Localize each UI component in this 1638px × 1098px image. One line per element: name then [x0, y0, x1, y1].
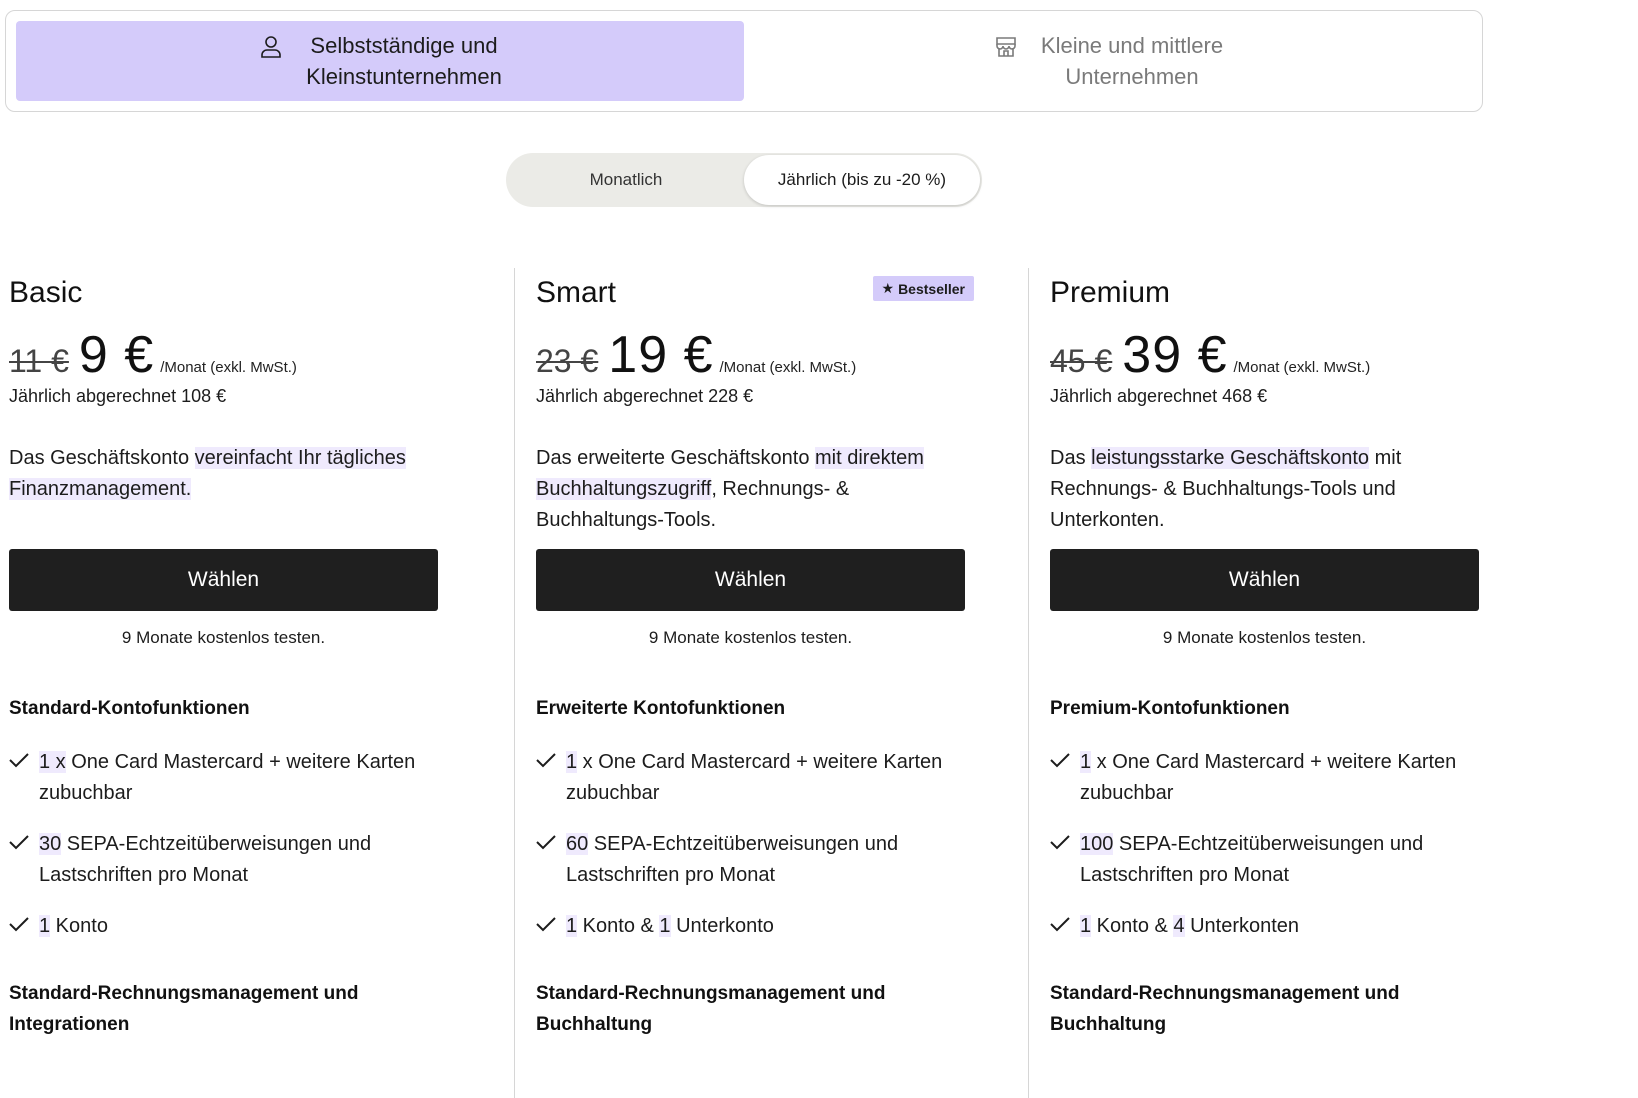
- feature-text: One Card Mastercard + weitere Karten zub…: [39, 751, 416, 804]
- customer-segment-switcher: Selbstständige und Kleinstunternehmen Kle…: [5, 10, 1483, 112]
- bestseller-badge: ★ Bestseller: [872, 276, 974, 301]
- plan-card-smart: Smart ★ Bestseller 23 € 19 € /Monat (exk…: [514, 268, 1028, 1098]
- features-title: Premium-Kontofunktionen: [1050, 698, 1290, 719]
- choose-smart-button[interactable]: Wählen: [536, 549, 965, 611]
- feature-item: 1 x One Card Mastercard + weitere Karten…: [536, 747, 1028, 809]
- desc-part: Das: [1050, 447, 1092, 469]
- price-period: /Monat (exkl. MwSt.): [719, 359, 857, 376]
- price-row: 45 € 39 € /Monat (exkl. MwSt.): [1050, 325, 1542, 384]
- segment-sme-label: Kleine und mittlere Unternehmen: [1040, 33, 1224, 89]
- feature-item: 1 x One Card Mastercard + weitere Karten…: [9, 747, 514, 809]
- price-row: 11 € 9 € /Monat (exkl. MwSt.): [9, 325, 514, 384]
- feature-item: 1 Konto & 4 Unterkonten: [1050, 911, 1542, 942]
- check-icon: [536, 747, 566, 809]
- feature-text: SEPA-Echtzeitüberweisungen und Lastschri…: [39, 833, 372, 886]
- price-row: 23 € 19 € /Monat (exkl. MwSt.): [536, 325, 1028, 384]
- features-title: Erweiterte Kontofunktionen: [536, 698, 786, 719]
- feature-count: 1: [1080, 915, 1092, 937]
- section-title-invoicing: Standard-Rechnungsmanagement und Buchhal…: [1050, 983, 1400, 1035]
- plan-description: Das leistungsstarke Geschäftskonto mit R…: [1050, 443, 1480, 549]
- user-icon: [258, 34, 284, 60]
- plan-name: Basic: [9, 276, 83, 309]
- plan-card-premium: Premium 45 € 39 € /Monat (exkl. MwSt.) J…: [1028, 268, 1542, 1098]
- feature-count: 1: [39, 915, 51, 937]
- feature-text: Konto &: [1091, 915, 1174, 937]
- check-icon: [536, 829, 566, 891]
- feature-count: 1: [566, 915, 578, 937]
- desc-highlight: leistungsstarke Geschäftskonto: [1091, 447, 1370, 469]
- section-title-invoicing: Standard-Rechnungsmanagement und Buchhal…: [536, 983, 886, 1035]
- choose-basic-button[interactable]: Wählen: [9, 549, 438, 611]
- plan-description: Das Geschäftskonto vereinfacht Ihr tägli…: [9, 443, 439, 549]
- feature-item: 1 x One Card Mastercard + weitere Karten…: [1050, 747, 1542, 809]
- feature-item: 30 SEPA-Echtzeitüberweisungen und Lastsc…: [9, 829, 514, 891]
- current-price: 19 €: [608, 326, 714, 384]
- check-icon: [9, 911, 39, 942]
- price-period: /Monat (exkl. MwSt.): [160, 359, 297, 376]
- feature-text: Konto &: [577, 915, 660, 937]
- billing-monthly-option[interactable]: Monatlich: [508, 155, 744, 205]
- segment-sme-tab[interactable]: Kleine und mittlere Unternehmen: [744, 21, 1472, 101]
- feature-item: 60 SEPA-Echtzeitüberweisungen und Lastsc…: [536, 829, 1028, 891]
- feature-list: 1 x One Card Mastercard + weitere Karten…: [9, 747, 514, 942]
- check-icon: [1050, 829, 1080, 891]
- choose-premium-button[interactable]: Wählen: [1050, 549, 1479, 611]
- plan-name: Premium: [1050, 276, 1171, 309]
- feature-item: 1 Konto & 1 Unterkonto: [536, 911, 1028, 942]
- feature-list: 1 x One Card Mastercard + weitere Karten…: [1050, 747, 1542, 942]
- feature-count: 60: [566, 833, 589, 855]
- feature-text: SEPA-Echtzeitüberweisungen und Lastschri…: [566, 833, 899, 886]
- feature-count: 100: [1080, 833, 1114, 855]
- feature-text: Unterkonto: [670, 915, 774, 937]
- trial-note: 9 Monate kostenlos testen.: [121, 628, 326, 647]
- feature-text: x One Card Mastercard + weitere Karten z…: [566, 751, 943, 804]
- feature-count: 1: [566, 751, 578, 773]
- features-title: Standard-Kontofunktionen: [9, 698, 250, 719]
- desc-part: Das Geschäftskonto: [9, 447, 195, 469]
- feature-count: 1: [659, 915, 671, 937]
- check-icon: [536, 911, 566, 942]
- badge-label: Bestseller: [898, 280, 965, 297]
- section-title-invoicing: Standard-Rechnungsmanagement und Integra…: [9, 983, 359, 1035]
- feature-text: Konto: [50, 915, 108, 937]
- check-icon: [1050, 911, 1080, 942]
- trial-note: 9 Monate kostenlos testen.: [1162, 628, 1367, 647]
- feature-count: 1: [1080, 751, 1092, 773]
- current-price: 39 €: [1122, 326, 1228, 384]
- segment-self-employed-tab[interactable]: Selbstständige und Kleinstunternehmen: [16, 21, 744, 101]
- desc-part: Das erweiterte Geschäftskonto: [536, 447, 816, 469]
- old-price: 45 €: [1050, 343, 1113, 379]
- price-period: /Monat (exkl. MwSt.): [1233, 359, 1371, 376]
- segment-self-employed-label: Selbstständige und Kleinstunternehmen: [306, 33, 502, 89]
- check-icon: [9, 747, 39, 809]
- star-icon: ★: [881, 280, 895, 296]
- feature-list: 1 x One Card Mastercard + weitere Karten…: [536, 747, 1028, 942]
- billing-period-toggle: Monatlich Jährlich (bis zu -20 %): [506, 153, 982, 207]
- feature-count: 30: [39, 833, 62, 855]
- feature-text: Unterkonten: [1184, 915, 1300, 937]
- check-icon: [9, 829, 39, 891]
- plan-card-basic: Basic 11 € 9 € /Monat (exkl. MwSt.) Jähr…: [0, 268, 514, 1098]
- old-price: 11 €: [9, 343, 69, 379]
- plan-description: Das erweiterte Geschäftskonto mit direkt…: [536, 443, 966, 549]
- billed-yearly-text: Jährlich abgerechnet 108 €: [9, 386, 227, 406]
- feature-count: 1 x: [39, 751, 66, 773]
- old-price: 23 €: [536, 343, 599, 379]
- plans-grid: Basic 11 € 9 € /Monat (exkl. MwSt.) Jähr…: [0, 268, 1545, 1098]
- feature-text: SEPA-Echtzeitüberweisungen und Lastschri…: [1080, 833, 1424, 886]
- check-icon: [1050, 747, 1080, 809]
- current-price: 9 €: [78, 326, 155, 384]
- feature-item: 100 SEPA-Echtzeitüberweisungen und Lasts…: [1050, 829, 1542, 891]
- store-icon: [993, 34, 1019, 60]
- billed-yearly-text: Jährlich abgerechnet 468 €: [1050, 386, 1268, 406]
- feature-count: 4: [1173, 915, 1185, 937]
- feature-item: 1 Konto: [9, 911, 514, 942]
- billed-yearly-text: Jährlich abgerechnet 228 €: [536, 386, 754, 406]
- feature-text: x One Card Mastercard + weitere Karten z…: [1080, 751, 1457, 804]
- billing-yearly-option[interactable]: Jährlich (bis zu -20 %): [744, 155, 980, 205]
- trial-note: 9 Monate kostenlos testen.: [648, 628, 853, 647]
